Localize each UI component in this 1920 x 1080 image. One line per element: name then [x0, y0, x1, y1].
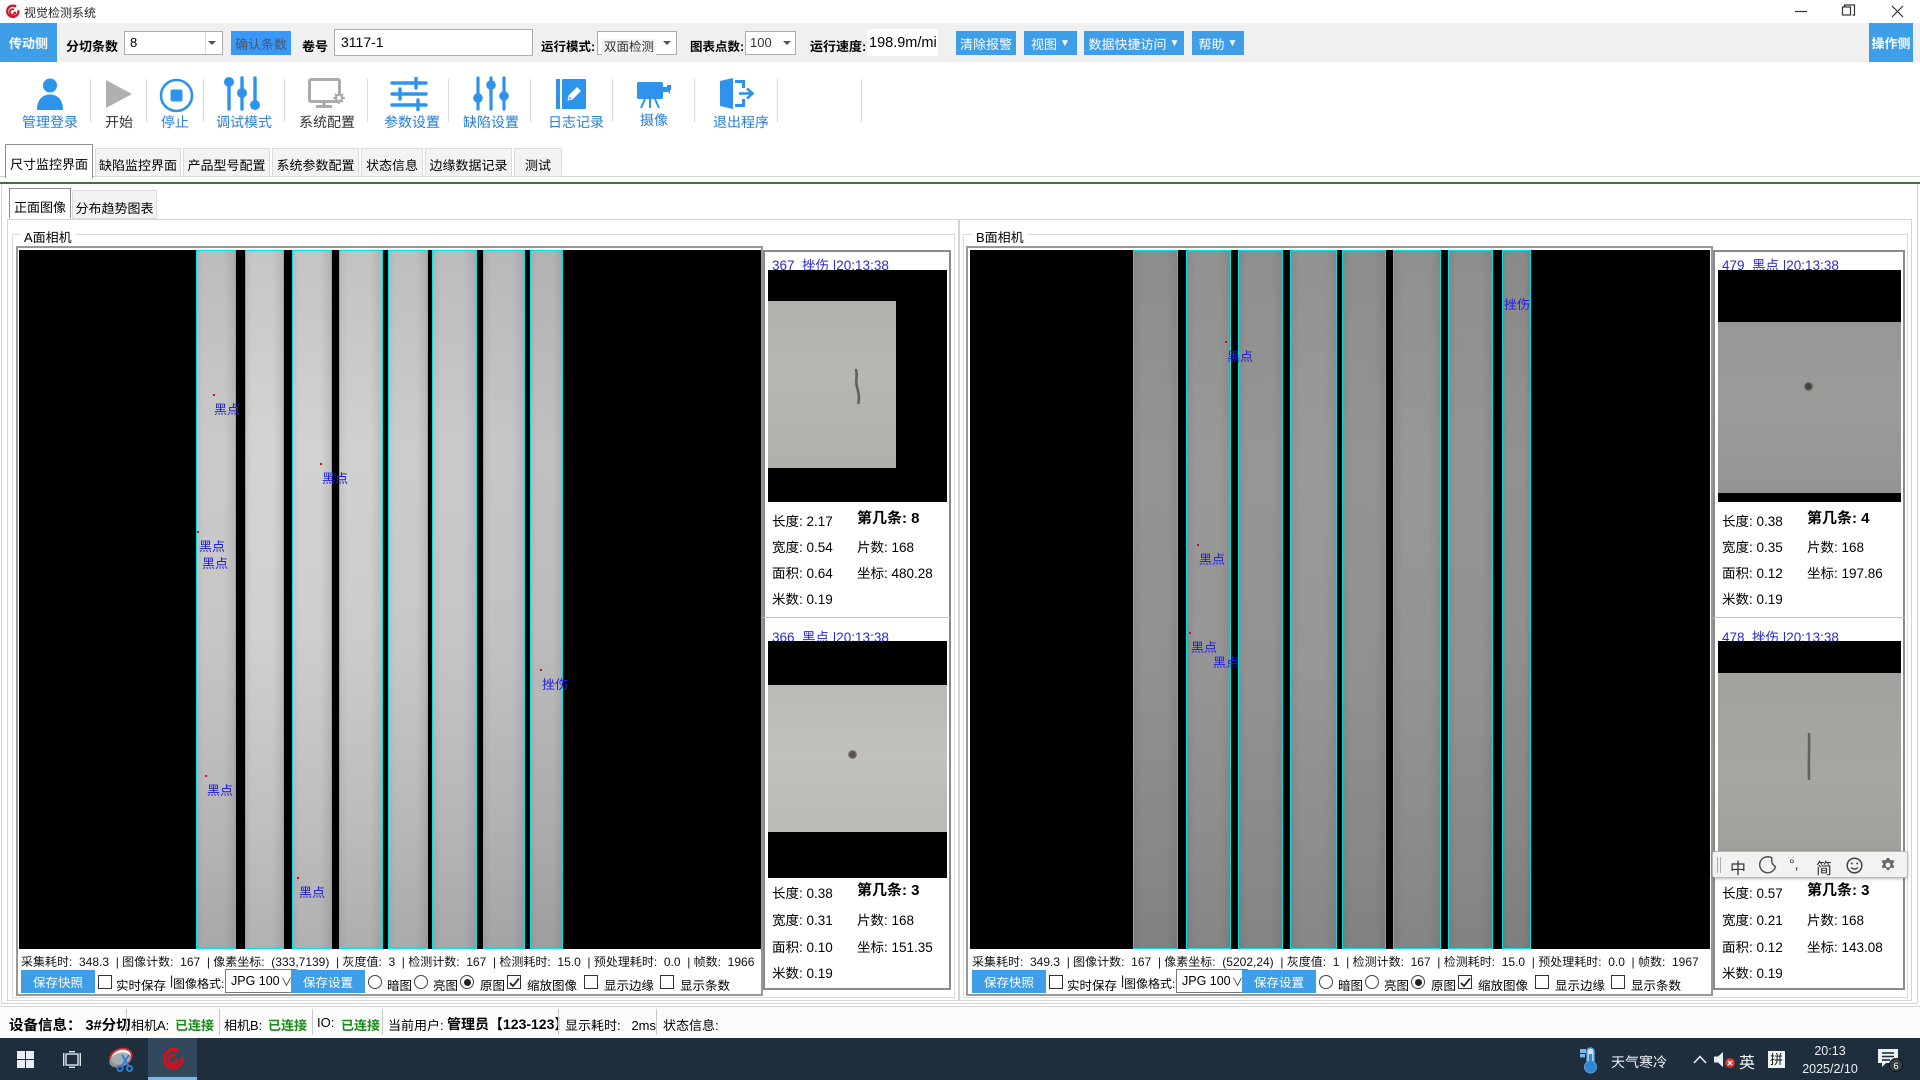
- svg-text:6: 6: [1893, 1061, 1898, 1071]
